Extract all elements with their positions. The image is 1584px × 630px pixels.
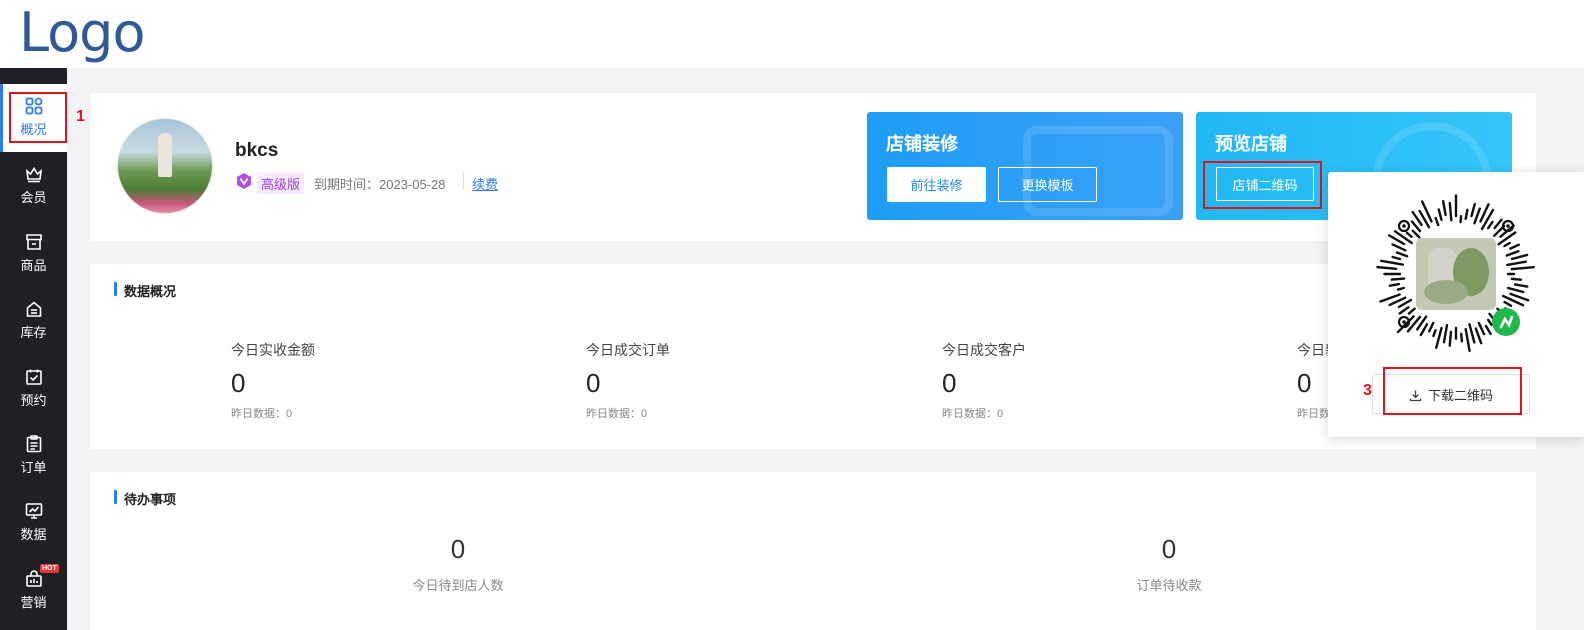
stat-yesterday: 昨日数据：0 [231,408,293,420]
todo-card [90,472,1536,630]
expire-date: 到期时间：2023-05-28 [314,177,446,192]
top-bar: Logo [0,0,1584,68]
sidebar-item-label: 会员 [20,190,47,205]
divider [463,172,464,190]
sidebar-item-marketing[interactable]: HOT 营销 [0,557,67,621]
inventory-icon [26,301,41,317]
annotation-box-2 [1203,161,1322,209]
sidebar-item-data[interactable]: 数据 [0,489,67,553]
todo-value: 0 [1161,534,1177,564]
sidebar-item-label: 商品 [20,258,47,273]
stat-yesterday: 昨日数据：0 [942,408,1004,420]
todo-today-visitors[interactable]: 0 今日待到店人数 [358,534,558,594]
stat-today-orders: 今日成交订单 0 昨日数据：0 [586,340,670,421]
stat-value: 0 [942,368,957,398]
stat-label: 今日成交订单 [586,342,670,358]
section-title: 待办事项 [114,489,176,508]
decorate-shop-banner: 店铺装修 前往装修 更换模板 [867,112,1183,220]
sidebar-item-label: 订单 [20,460,47,475]
sidebar: 概况 会员 商品 库存 预约 订单 数据 HOT 营销 [0,68,67,630]
chart-monitor-icon [25,503,42,519]
shop-name: bkcs [235,140,279,161]
section-title: 数据概况 [114,281,176,300]
stat-label: 今日成交客户 [942,342,1026,358]
annotation-label-3: 3 [1363,382,1372,399]
hot-badge: HOT [40,564,59,573]
banner-title: 店铺装修 [886,134,958,154]
sidebar-item-booking[interactable]: 预约 [0,355,67,419]
miniprogram-qrcode [1376,194,1535,353]
annotation-box-3 [1383,367,1522,415]
sidebar-item-label: 库存 [20,325,47,340]
sidebar-item-member[interactable]: 会员 [0,152,67,216]
clipboard-icon [26,435,41,453]
renew-link[interactable]: 续费 [472,174,498,193]
todo-label: 订单待收款 [1136,578,1202,593]
stat-value: 0 [231,368,246,398]
stat-label: 今日实收金额 [231,342,315,358]
change-template-button[interactable]: 更换模板 [998,167,1097,202]
stat-today-customers: 今日成交客户 0 昨日数据：0 [942,340,1026,421]
banner-title: 预览店铺 [1215,134,1287,154]
annotation-label-1: 1 [76,108,85,125]
sidebar-item-goods[interactable]: 商品 [0,220,67,284]
shop-avatar[interactable] [117,118,213,214]
sidebar-item-order[interactable]: 订单 [0,422,67,486]
vip-level-badge: 高级版 [257,173,305,194]
vip-icon [237,173,251,189]
stat-value: 0 [586,368,601,398]
calendar-check-icon [25,369,42,385]
stat-yesterday: 昨日数据：0 [586,408,648,420]
annotation-box-1 [9,92,67,143]
todo-label: 今日待到店人数 [412,578,504,593]
crown-icon [25,167,42,183]
store-icon [25,234,42,250]
todo-value: 0 [450,534,466,564]
todo-pending-payment[interactable]: 0 订单待收款 [1069,534,1269,594]
sidebar-item-label: 预约 [20,393,47,408]
stat-today-revenue: 今日实收金额 0 昨日数据：0 [231,340,315,421]
shop-bag-icon [25,570,42,587]
sidebar-item-inventory[interactable]: 库存 [0,287,67,351]
logo[interactable]: Logo [19,1,145,65]
sidebar-item-label: 数据 [20,527,47,542]
go-decorate-button[interactable]: 前往装修 [887,167,986,202]
sidebar-item-label: 营销 [20,595,47,610]
